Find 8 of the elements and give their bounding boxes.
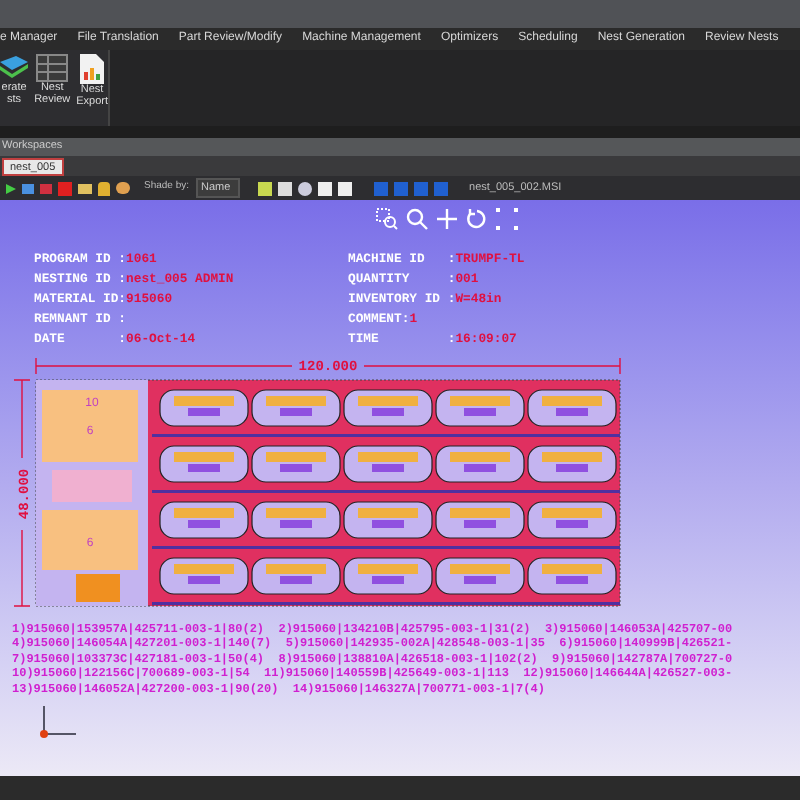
rotate-icon[interactable]: [466, 208, 488, 230]
move-icon[interactable]: [436, 208, 458, 230]
stack-icon: [0, 54, 29, 82]
document-chart-icon: [80, 54, 105, 84]
zoom-window-icon[interactable]: [376, 208, 398, 230]
arrow-icon[interactable]: [6, 183, 16, 193]
fit-icon[interactable]: [496, 208, 518, 230]
search-icon[interactable]: [406, 208, 428, 230]
